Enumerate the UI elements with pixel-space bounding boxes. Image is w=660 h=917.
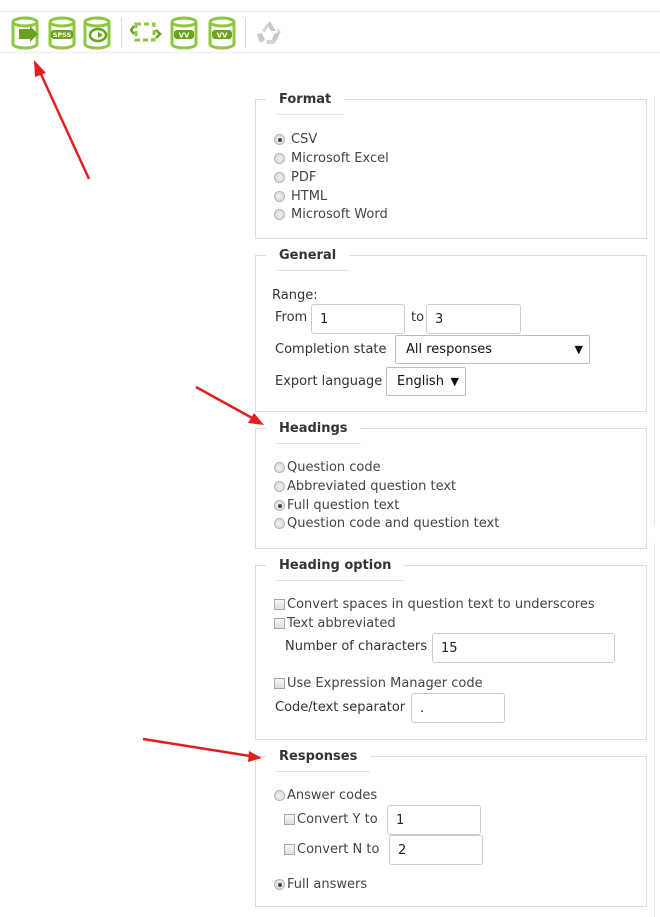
format-option-label: PDF — [291, 170, 317, 185]
convert-spaces-label: Convert spaces in question text to under… — [287, 597, 595, 612]
text-abbreviated-label: Text abbreviated — [287, 616, 396, 631]
radio-button[interactable] — [274, 209, 285, 220]
export-language-value: English — [397, 374, 444, 389]
export-results-button[interactable] — [10, 16, 40, 50]
headings-option-label: Question code — [287, 460, 381, 475]
convert-y-input[interactable] — [387, 805, 481, 835]
radio-button[interactable] — [274, 462, 285, 473]
export-language-label: Export language — [275, 374, 383, 389]
annotation-arrow-headings — [195, 385, 255, 421]
adjacent-panel-border — [654, 97, 655, 525]
answer-codes-label: Answer codes — [287, 788, 378, 803]
range-to-input[interactable] — [426, 304, 521, 334]
toolbar-separator — [121, 18, 122, 48]
number-of-characters-input[interactable] — [432, 633, 615, 663]
from-label: From — [275, 310, 308, 325]
checkbox[interactable] — [284, 814, 295, 825]
radio-button[interactable] — [274, 481, 285, 492]
import-vv-icon: VV — [170, 16, 198, 50]
completion-state-value: All responses — [406, 342, 493, 357]
heading-option-legend: Heading option — [266, 556, 405, 581]
format-option-excel[interactable]: Microsoft Excel — [274, 151, 389, 166]
annotation-arrowhead — [34, 60, 46, 77]
radio-button[interactable] — [274, 879, 285, 890]
convert-y-option[interactable]: Convert Y to — [284, 812, 378, 827]
number-of-characters-label: Number of characters — [285, 639, 428, 654]
export-r-button[interactable] — [82, 16, 112, 50]
responses-legend: Responses — [266, 747, 371, 772]
export-language-select[interactable]: English ▼ — [386, 367, 466, 396]
expression-manager-option[interactable]: Use Expression Manager code — [274, 676, 483, 691]
headings-option-label: Full question text — [287, 498, 400, 513]
code-text-separator-label: Code/text separator — [275, 700, 406, 715]
headings-option-label: Question code and question text — [287, 516, 500, 531]
radio-button[interactable] — [274, 134, 285, 145]
annotation-arrowhead — [248, 413, 264, 425]
format-option-word[interactable]: Microsoft Word — [274, 207, 388, 222]
export-spss-button[interactable]: SPSS — [47, 16, 77, 50]
format-option-pdf[interactable]: PDF — [274, 170, 316, 185]
to-label: to — [411, 310, 425, 325]
svg-text:VV: VV — [217, 32, 228, 40]
general-legend: General — [266, 246, 350, 271]
format-option-html[interactable]: HTML — [274, 189, 327, 204]
text-abbreviated-option[interactable]: Text abbreviated — [274, 616, 396, 631]
dropdown-arrow-icon: ▼ — [574, 343, 583, 356]
export-vv-survey-button[interactable] — [129, 16, 162, 50]
headings-legend: Headings — [266, 419, 361, 444]
recycle-icon — [257, 21, 281, 44]
svg-text:SPSS: SPSS — [53, 31, 72, 39]
annotation-arrow-toolbar — [38, 71, 91, 180]
expression-manager-label: Use Expression Manager code — [287, 676, 483, 691]
convert-n-label: Convert N to — [297, 842, 380, 857]
export-vv-button[interactable]: VV — [207, 16, 237, 50]
radio-button[interactable] — [274, 172, 285, 183]
radio-button[interactable] — [274, 153, 285, 164]
adjacent-panel-border — [654, 543, 655, 917]
headings-option-code-and-text[interactable]: Question code and question text — [274, 516, 499, 531]
svg-text:VV: VV — [179, 32, 190, 40]
format-option-label: HTML — [291, 189, 328, 204]
range-from-input[interactable] — [311, 304, 405, 334]
completion-state-select[interactable]: All responses ▼ — [395, 335, 590, 364]
range-label: Range: — [272, 288, 318, 303]
annotation-arrow-responses — [142, 737, 251, 758]
toolbar-separator — [245, 18, 246, 48]
import-vv-button[interactable]: VV — [169, 16, 199, 50]
full-answers-option[interactable]: Full answers — [274, 877, 367, 892]
checkbox[interactable] — [274, 618, 285, 629]
completion-state-label: Completion state — [275, 342, 387, 357]
radio-button[interactable] — [274, 790, 285, 801]
export-results-icon — [11, 16, 39, 50]
format-option-label: Microsoft Excel — [291, 151, 389, 166]
headings-option-label: Abbreviated question text — [287, 479, 457, 494]
dropdown-arrow-icon: ▼ — [450, 375, 459, 388]
headings-option-abbreviated[interactable]: Abbreviated question text — [274, 479, 456, 494]
headings-option-full-text[interactable]: Full question text — [274, 498, 399, 513]
code-text-separator-input[interactable] — [411, 693, 505, 723]
toolbar: SPSS VV VV — [0, 12, 660, 53]
export-r-icon — [83, 16, 111, 50]
format-option-csv[interactable]: CSV — [274, 132, 317, 147]
checkbox[interactable] — [274, 678, 285, 689]
export-vv-survey-icon — [129, 22, 162, 42]
radio-button[interactable] — [274, 518, 285, 529]
checkbox[interactable] — [284, 844, 295, 855]
headings-option-question-code[interactable]: Question code — [274, 460, 381, 475]
convert-spaces-option[interactable]: Convert spaces in question text to under… — [274, 597, 595, 612]
convert-n-input[interactable] — [389, 835, 483, 865]
convert-n-option[interactable]: Convert N to — [284, 842, 379, 857]
format-legend: Format — [266, 90, 345, 115]
answer-codes-option[interactable]: Answer codes — [274, 788, 377, 803]
full-answers-label: Full answers — [287, 877, 368, 892]
checkbox[interactable] — [274, 599, 285, 610]
format-option-label: CSV — [291, 132, 318, 147]
export-spss-icon: SPSS — [48, 16, 76, 50]
radio-button[interactable] — [274, 500, 285, 511]
convert-y-label: Convert Y to — [297, 812, 378, 827]
recycle-button[interactable] — [254, 16, 284, 50]
format-option-label: Microsoft Word — [291, 207, 388, 222]
radio-button[interactable] — [274, 191, 285, 202]
export-vv-icon: VV — [208, 16, 236, 50]
